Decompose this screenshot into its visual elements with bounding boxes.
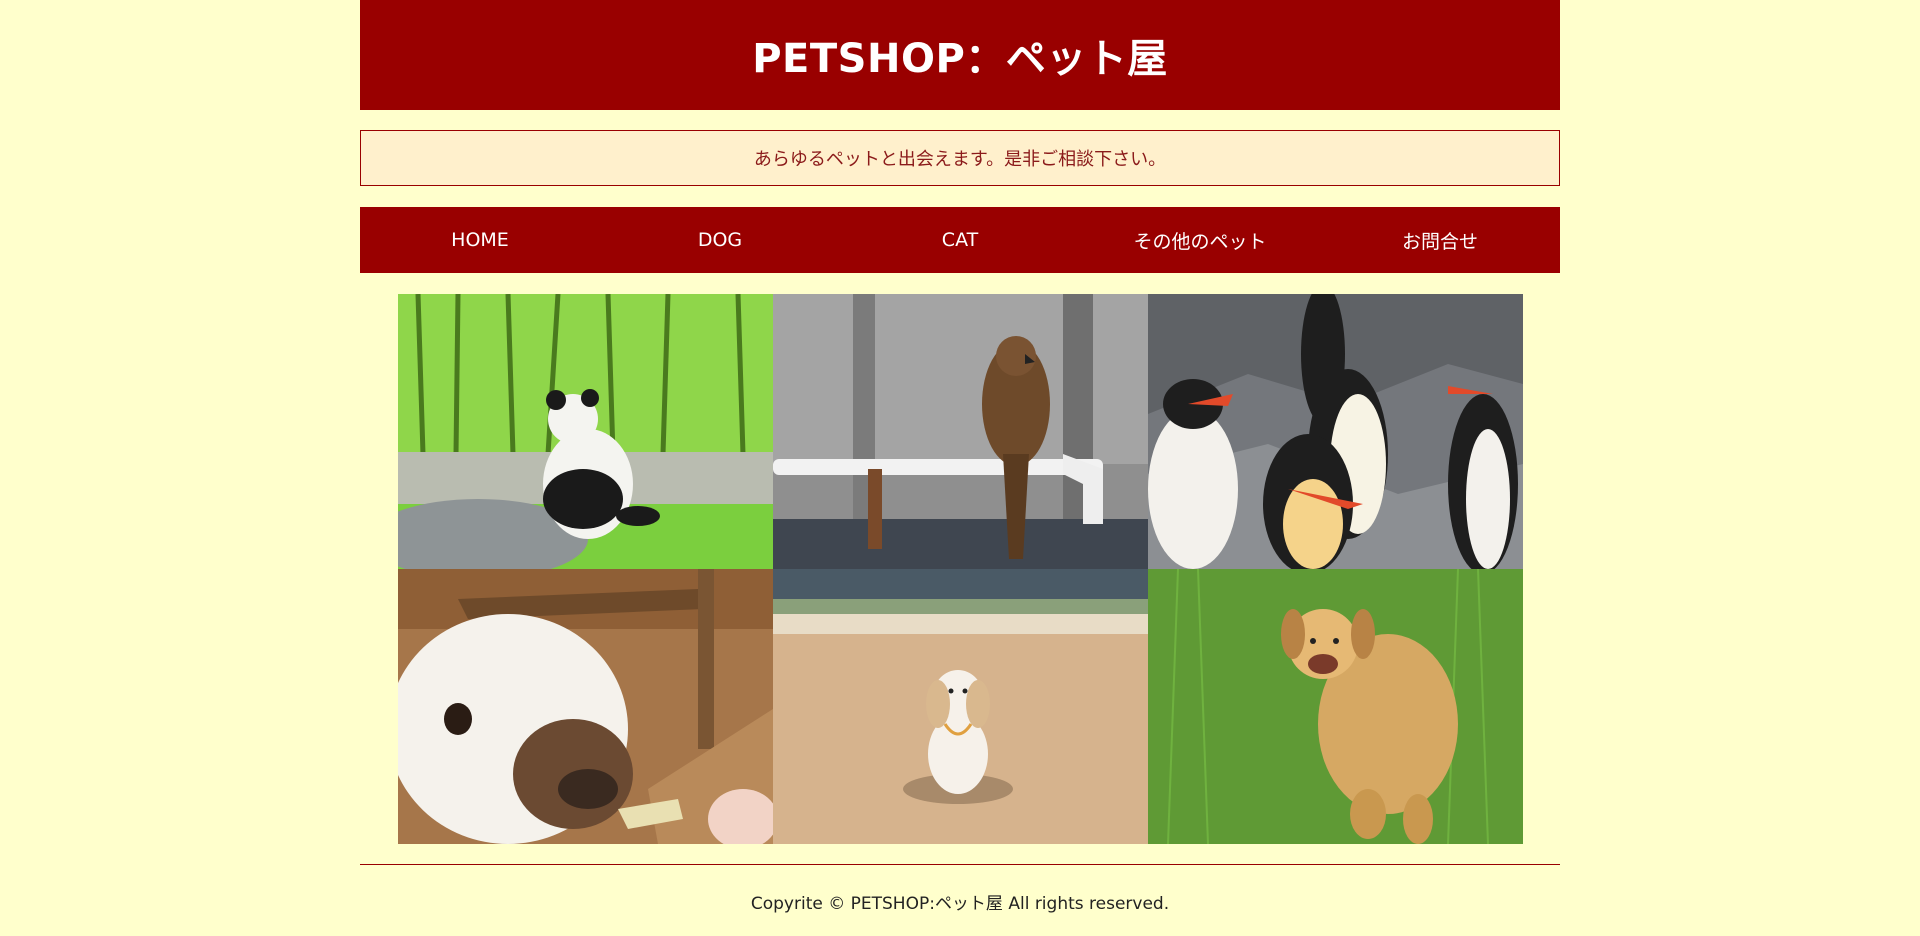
penguins-photo	[1147, 294, 1523, 569]
nav-item-home[interactable]: HOME	[360, 207, 600, 273]
tagline-text: あらゆるペットと出会えます。是非ご相談下さい。	[753, 149, 1167, 170]
nav-item-cat[interactable]: CAT	[840, 207, 1080, 273]
nav-item-other-pets[interactable]: その他のペット	[1080, 207, 1320, 273]
golden-retriever-photo	[1147, 569, 1523, 844]
nav-item-contact[interactable]: お問合せ	[1320, 207, 1560, 273]
site-title: PETSHOP：ペット屋	[752, 36, 1168, 82]
hawk-photo	[772, 294, 1148, 569]
photo-gallery	[397, 294, 1523, 844]
site-header: PETSHOP：ペット屋	[360, 0, 1560, 110]
poodle-photo	[772, 569, 1148, 844]
llama-photo	[397, 569, 773, 844]
page-container: PETSHOP：ペット屋 あらゆるペットと出会えます。是非ご相談下さい。 HOM…	[360, 0, 1560, 914]
main-nav: HOME DOG CAT その他のペット お問合せ	[360, 207, 1560, 273]
site-footer: Copyrite © PETSHOP:ペット屋 All rights reser…	[360, 865, 1560, 914]
copyright-text: Copyrite © PETSHOP:ペット屋 All rights reser…	[750, 894, 1170, 914]
nav-item-dog[interactable]: DOG	[600, 207, 840, 273]
tagline-box: あらゆるペットと出会えます。是非ご相談下さい。	[360, 130, 1560, 186]
panda-photo	[397, 294, 773, 569]
